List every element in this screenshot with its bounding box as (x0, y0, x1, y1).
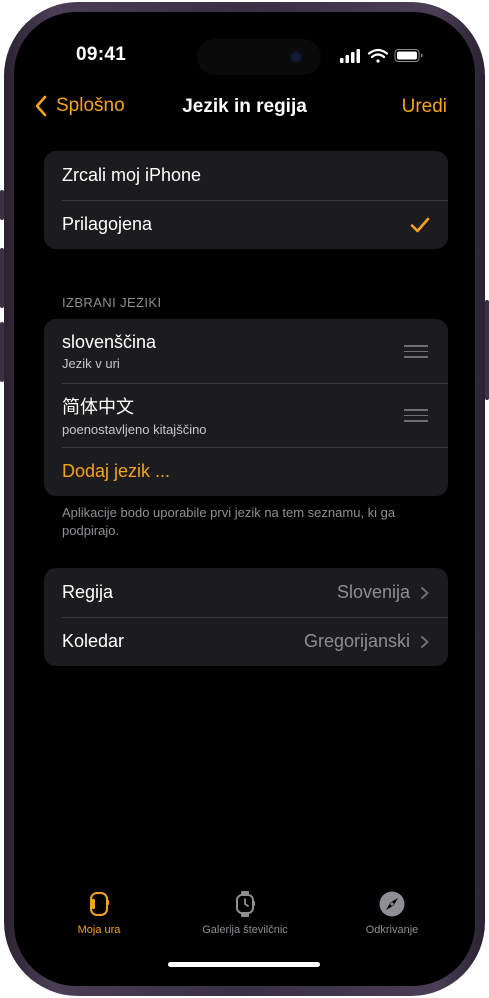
languages-section-header: IZBRANI JEZIKI (62, 295, 162, 310)
tab-face-gallery[interactable]: Galerija številčnic (175, 890, 315, 936)
dynamic-island (197, 39, 321, 75)
back-button-label: Splošno (56, 95, 125, 116)
language-name: 简体中文 (62, 397, 134, 417)
language-item[interactable]: slovenščina Jezik v uri (44, 319, 448, 383)
mode-option-mirror[interactable]: Zrcali moj iPhone (44, 151, 448, 200)
volume-up-button (0, 248, 4, 308)
battery-icon (394, 49, 423, 62)
language-item[interactable]: 简体中文 poenostavljeno kitajščino (44, 383, 448, 447)
region-value: Slovenija (336, 582, 410, 602)
region-label: Regija (62, 582, 114, 602)
add-language-button[interactable]: Dodaj jezik ... (44, 447, 448, 496)
region-group: Regija Slovenija Koledar Gregorijanski (44, 568, 448, 666)
tab-my-watch[interactable]: Moja ura (29, 890, 169, 936)
language-subtitle: poenostavljeno kitajščino (62, 422, 207, 437)
watch-icon (236, 891, 255, 917)
chevron-right-icon (421, 635, 429, 648)
cellular-signal-icon (340, 49, 360, 63)
screen: 09:41 Splošno Jezik in regija Uredi Zrca… (14, 12, 475, 986)
mode-option-custom[interactable]: Prilagojena (44, 200, 448, 249)
tab-bar: Moja ura Galerija številčnic Odkrivanje (14, 872, 475, 952)
checkmark-icon (410, 217, 430, 232)
compass-icon (379, 891, 405, 917)
tab-label: Moja ura (77, 924, 121, 936)
calendar-value: Gregorijanski (303, 631, 410, 651)
languages-group: slovenščina Jezik v uri 简体中文 poenostavlj… (44, 319, 448, 496)
region-value-wrap: Slovenija (337, 582, 430, 603)
reorder-handle-icon[interactable] (404, 345, 428, 362)
power-button (485, 300, 489, 400)
tab-label: Galerija številčnic (202, 924, 288, 936)
chevron-left-icon (35, 95, 47, 117)
mode-option-label: Prilagojena (62, 214, 153, 234)
watch-face-icon (90, 892, 109, 916)
status-time: 09:41 (76, 44, 127, 65)
camera-dot (291, 52, 301, 62)
back-button[interactable]: Splošno (34, 95, 125, 117)
calendar-label: Koledar (62, 631, 125, 651)
volume-down-button (0, 322, 4, 382)
silent-switch (0, 190, 4, 220)
languages-footer-note: Aplikacije bodo uporabile prvi jezik na … (62, 505, 396, 538)
language-subtitle: Jezik v uri (62, 355, 120, 371)
page-title: Jezik in regija (182, 96, 307, 117)
status-icons (340, 48, 450, 69)
calendar-value-wrap: Gregorijanski (304, 631, 430, 652)
mode-group: Zrcali moj iPhone Prilagojena (44, 151, 448, 249)
home-indicator[interactable] (168, 962, 320, 967)
tab-label: Odkrivanje (365, 924, 419, 936)
reorder-handle-icon[interactable] (404, 409, 428, 426)
language-name: slovenščina (62, 331, 157, 352)
edit-button[interactable]: Uredi (402, 96, 447, 118)
calendar-row[interactable]: Koledar Gregorijanski (44, 617, 448, 666)
region-row[interactable]: Regija Slovenija (44, 568, 448, 617)
chevron-right-icon (421, 586, 429, 599)
tab-discover[interactable]: Odkrivanje (322, 890, 462, 936)
wifi-icon (367, 48, 389, 63)
mode-option-label: Zrcali moj iPhone (62, 165, 202, 185)
